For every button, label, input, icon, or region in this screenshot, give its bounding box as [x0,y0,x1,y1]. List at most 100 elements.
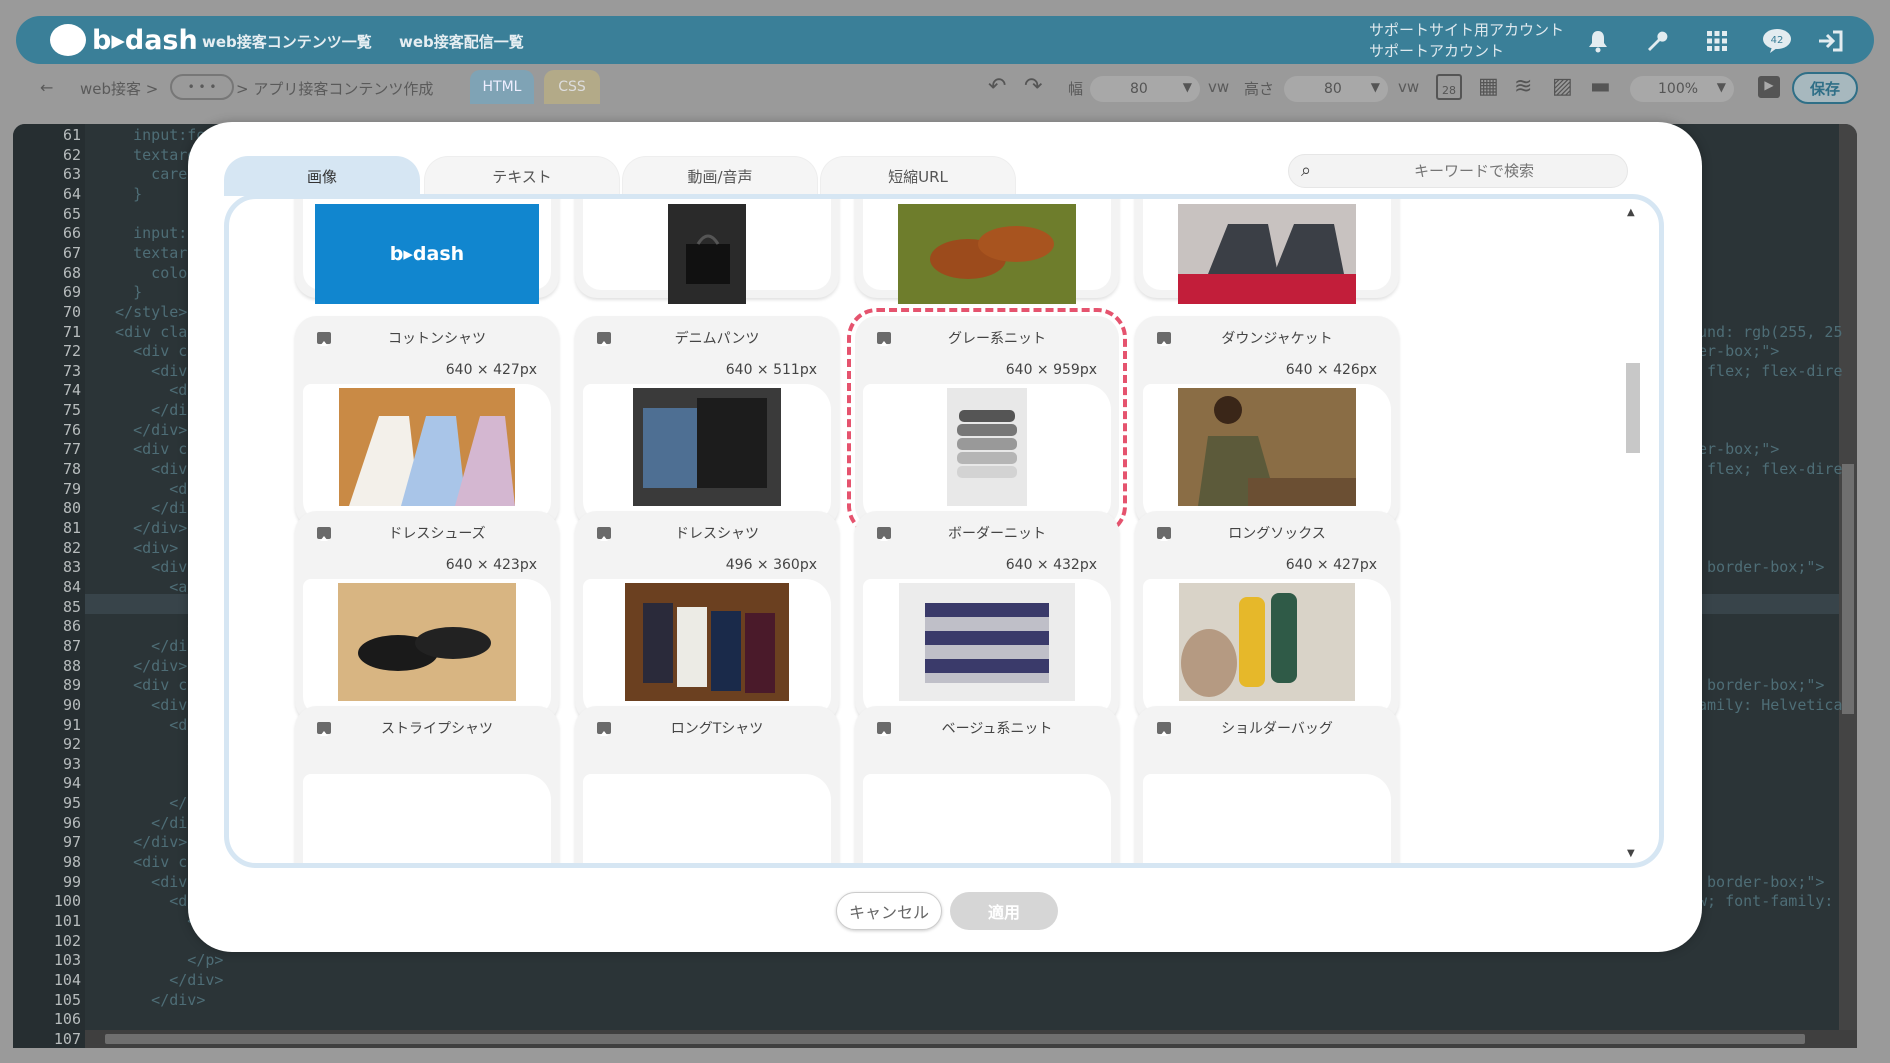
sneakers-image [1178,204,1356,304]
image-card[interactable]: ロングTシャツ [575,706,839,863]
image-name: コットンシャツ [388,331,486,347]
code-line: </div> [97,656,188,675]
height-select[interactable]: 80 ▼ [1284,76,1388,102]
nav-web-content-list[interactable]: web接客コンテンツ一覧 [202,31,372,52]
line-number: 83 [62,558,81,577]
editor-horizontal-scrollbar[interactable] [85,1030,1857,1048]
width-label: 幅 [1068,80,1084,98]
line-number: 79 [62,479,81,498]
preview-play-icon[interactable]: ▶ [1758,76,1780,98]
image-size: 640 × 427px [1285,557,1377,573]
line-number: 87 [62,636,81,655]
breadcrumb-more-button[interactable]: • • • [170,74,234,100]
apply-button[interactable]: 適用 [950,892,1058,930]
line-number: 99 [62,872,81,891]
bell-icon[interactable] [1583,26,1613,56]
chat-icon[interactable]: 42 [1760,26,1794,56]
image-card[interactable]: コットンシャツ 640 × 427px [295,316,559,528]
image-card[interactable]: ベージュ系ニット [855,706,1119,863]
image-icon[interactable]: ▨ [1552,74,1573,99]
image-size: 640 × 959px [1005,362,1097,378]
scroll-thumb[interactable] [105,1034,1805,1044]
line-number: 72 [62,342,81,361]
account-info[interactable]: サポートサイト用アカウント サポートアカウント [1369,20,1564,62]
wrench-icon[interactable] [1642,26,1672,56]
scroll-up-icon[interactable]: ▲ [1627,207,1635,218]
image-card[interactable]: ドレスシャツ 496 × 360px [575,511,839,723]
bdash-logo[interactable]: b▸dash [50,24,198,56]
image-card[interactable]: ショルダーバッグ [1135,706,1399,863]
line-number: 65 [62,204,81,223]
image-card[interactable]: デニムパンツ 640 × 511px [575,316,839,528]
code-line: flex; flex-dire [1698,460,1843,479]
tab-text[interactable]: テキスト [424,156,620,196]
image-frame [863,774,1111,863]
grid-icon[interactable] [1702,26,1732,56]
code-line: } [97,283,143,302]
line-number: 74 [62,381,81,400]
image-card[interactable]: b▸dash [295,199,559,304]
account-line2: サポートアカウント [1369,42,1505,60]
width-select[interactable]: 80 ▼ [1090,76,1200,102]
grid-scrollbar[interactable]: ▲ ▼ [1623,203,1641,863]
image-card[interactable]: ダウンジャケット 640 × 426px [1135,316,1399,528]
code-line: input:fo [97,126,206,144]
code-line: </div> [97,833,188,852]
calendar-icon[interactable]: 28 [1436,74,1462,100]
zoom-select[interactable]: 100% ▼ [1630,76,1734,102]
code-line: </div [97,401,197,420]
redo-icon[interactable]: ↷ [1024,74,1042,99]
table-icon[interactable]: ▦ [1478,74,1499,99]
line-number: 77 [62,440,81,459]
editor-vertical-scrollbar[interactable] [1839,124,1857,1048]
image-card[interactable]: ストライプシャツ [295,706,559,863]
tab-short-url[interactable]: 短縮URL [820,156,1016,196]
line-number: 71 [62,322,81,341]
code-line: caret [97,165,197,184]
image-size: 640 × 432px [1005,557,1097,573]
scroll-thumb[interactable] [1842,464,1854,714]
database-icon[interactable]: ≋ [1514,74,1532,99]
code-line: < [97,735,197,754]
logo-text: b▸dash [92,24,198,56]
code-line: <div [97,695,188,714]
line-number: 88 [62,656,81,675]
video-icon[interactable]: ▬ [1590,74,1611,99]
image-card[interactable]: ボーダーニット 640 × 432px [855,511,1119,723]
tab-css[interactable]: CSS [544,70,600,104]
code-line: </di [97,636,188,655]
search-input[interactable] [1329,159,1619,183]
line-number: 98 [62,853,81,872]
code-line: } [97,184,143,203]
logout-icon[interactable] [1816,26,1846,56]
border-knit-image [899,583,1075,701]
scroll-down-icon[interactable]: ▼ [1627,848,1635,859]
tab-video-audio[interactable]: 動画/音声 [622,156,818,196]
nav-web-delivery-list[interactable]: web接客配信一覧 [399,31,524,52]
image-card[interactable] [1135,199,1399,304]
tab-html[interactable]: HTML [470,70,534,104]
back-arrow-icon[interactable]: ← [40,78,53,97]
line-number: 69 [62,283,81,302]
image-card[interactable] [855,199,1119,304]
breadcrumb-web[interactable]: web接客 > [80,78,158,99]
image-name: ボーダーニット [948,526,1046,542]
image-card[interactable]: ロングソックス 640 × 427px [1135,511,1399,723]
line-number: 104 [53,970,81,989]
tab-image[interactable]: 画像 [224,156,420,196]
line-number: 89 [62,676,81,695]
image-card[interactable]: グレー系ニット 640 × 959px [847,308,1127,536]
knit-stack-image [947,388,1027,506]
scroll-thumb[interactable] [1626,363,1640,453]
undo-icon[interactable]: ↶ [988,74,1006,99]
cancel-button[interactable]: キャンセル [836,892,942,930]
image-grid-panel: b▸dash コットンシャツ 640 × 427px デニムパンツ 640 × 511p… [224,194,1664,868]
socks-image [1179,583,1355,701]
image-card[interactable]: ドレスシューズ 640 × 423px [295,511,559,723]
line-number: 92 [62,735,81,754]
account-line1: サポートサイト用アカウント [1369,21,1565,39]
save-button[interactable]: 保存 [1792,72,1858,104]
line-number: 107 [53,1029,81,1048]
keyword-search[interactable]: ⌕ [1288,154,1628,188]
image-card[interactable] [575,199,839,304]
